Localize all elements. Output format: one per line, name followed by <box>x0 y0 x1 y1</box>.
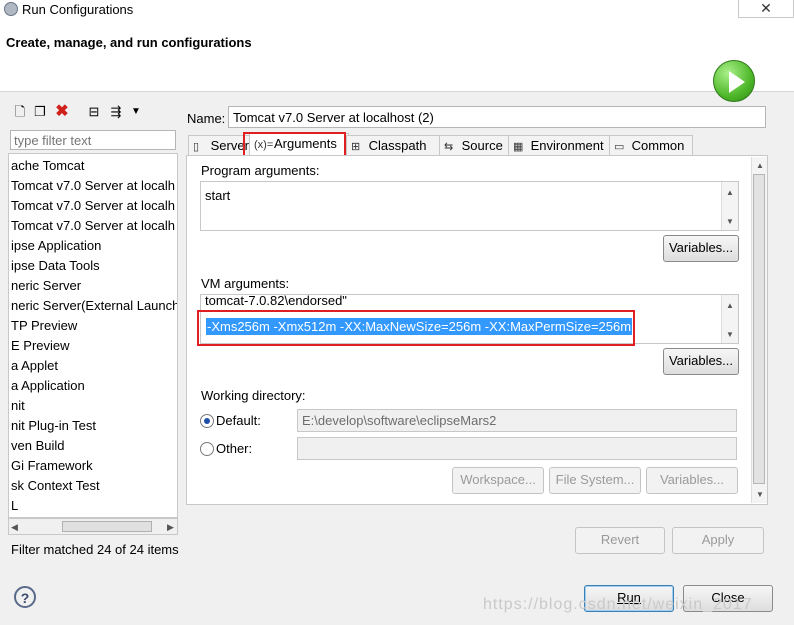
default-directory-field: E:\develop\software\eclipseMars2 <box>297 409 737 432</box>
default-radio[interactable] <box>200 414 214 428</box>
duplicate-config-icon[interactable]: ❐ <box>32 104 48 120</box>
vm-args-scrollbar[interactable]: ▲ ▼ <box>721 295 738 343</box>
program-args-scrollbar[interactable]: ▲ ▼ <box>721 182 738 230</box>
other-radio[interactable] <box>200 442 214 456</box>
file-system-button[interactable]: File System... <box>549 467 641 494</box>
tree-item[interactable]: Tomcat v7.0 Server at localh <box>11 216 175 236</box>
config-tree: ache Tomcat Tomcat v7.0 Server at localh T… <box>8 153 178 518</box>
vm-arguments-line1: tomcat-7.0.82\endorsed" <box>205 294 347 308</box>
tree-item[interactable]: Tomcat v7.0 Server at localh <box>11 176 175 196</box>
other-directory-field[interactable] <box>297 437 737 460</box>
tree-horizontal-scrollbar[interactable]: ◀ ▶ <box>8 518 178 535</box>
scroll-down-icon[interactable]: ▼ <box>726 330 734 339</box>
scroll-up-icon[interactable]: ▲ <box>756 161 764 170</box>
scroll-left-icon[interactable]: ◀ <box>11 522 18 533</box>
program-arguments-label: Program arguments: <box>201 163 320 178</box>
apply-button[interactable]: Apply <box>672 527 764 554</box>
tree-item[interactable]: ache Tomcat <box>11 156 84 176</box>
panel-scroll-thumb[interactable] <box>753 174 765 484</box>
tab-source[interactable]: ⇆ Source <box>439 135 513 157</box>
tree-item[interactable]: a Applet <box>11 356 58 376</box>
scroll-thumb[interactable] <box>62 521 152 532</box>
program-variables-button[interactable]: Variables... <box>663 235 739 262</box>
environment-icon: ▦ <box>513 141 524 153</box>
vm-variables-button[interactable]: Variables... <box>663 348 739 375</box>
tab-environment[interactable]: ▦ Environment <box>508 135 614 157</box>
tree-item[interactable]: ven Build <box>11 436 64 456</box>
tree-item[interactable]: L <box>11 496 18 516</box>
tree-item[interactable]: Gi Framework <box>11 456 93 476</box>
other-label: Other: <box>216 441 253 456</box>
help-icon[interactable]: ? <box>14 586 36 608</box>
tree-item[interactable]: Tomcat v7.0 Server at localh <box>11 196 175 216</box>
eclipse-app-icon <box>4 2 18 16</box>
tree-item[interactable]: nit Plug-in Test <box>11 416 96 436</box>
common-icon: ▭ <box>614 141 625 153</box>
server-icon: ▯ <box>193 141 200 153</box>
watermark: https://blog.csdn.net/weixin_2017 <box>483 596 753 613</box>
tree-item[interactable]: a Application <box>11 376 85 396</box>
tree-item[interactable]: E Preview <box>11 336 70 356</box>
dialog-header: Create, manage, and run configurations <box>0 20 794 102</box>
scroll-right-icon[interactable]: ▶ <box>167 522 174 533</box>
tree-item[interactable]: neric Server <box>11 276 81 296</box>
name-label: Name: <box>187 111 226 126</box>
new-config-icon[interactable]: 🗋 <box>12 104 28 120</box>
revert-button[interactable]: Revert <box>575 527 665 554</box>
title-bar: Run Configurations ✕ <box>0 0 794 20</box>
program-arguments-field[interactable]: start ▲ ▼ <box>200 181 739 231</box>
window-close-button[interactable]: ✕ <box>738 0 794 18</box>
tree-item[interactable]: nit <box>11 396 25 416</box>
vm-arguments-label: VM arguments: <box>201 276 290 291</box>
filter-input[interactable] <box>10 130 176 150</box>
filter-status: Filter matched 24 of 24 items <box>11 542 179 557</box>
name-field[interactable] <box>228 106 766 128</box>
workdir-variables-button[interactable]: Variables... <box>646 467 738 494</box>
workspace-button[interactable]: Workspace... <box>452 467 544 494</box>
default-label: Default: <box>216 413 261 428</box>
filter-icon[interactable]: ⇶ <box>108 104 124 120</box>
run-icon <box>713 60 755 102</box>
tree-item[interactable]: neric Server(External Launch) <box>11 296 177 316</box>
dialog-header-title: Create, manage, and run configurations <box>6 35 252 50</box>
tree-item[interactable]: ipse Application <box>11 236 101 256</box>
working-directory-label: Working directory: <box>201 388 306 403</box>
view-menu-chevron-down-icon[interactable]: ▼ <box>128 104 144 120</box>
collapse-all-icon[interactable]: ⊟ <box>86 104 102 120</box>
scroll-up-icon[interactable]: ▲ <box>726 301 734 310</box>
scroll-up-icon[interactable]: ▲ <box>726 188 734 197</box>
vm-args-highlight-annotation <box>197 310 635 346</box>
tree-item[interactable]: sk Context Test <box>11 476 100 496</box>
delete-config-icon[interactable]: ✖ <box>54 104 70 120</box>
scroll-down-icon[interactable]: ▼ <box>726 217 734 226</box>
tab-classpath[interactable]: ⊞ Classpath <box>346 135 444 157</box>
window-title: Run Configurations <box>22 2 134 17</box>
source-icon: ⇆ <box>444 141 454 153</box>
tab-common[interactable]: ▭ Common <box>609 135 693 157</box>
config-toolbar: 🗋 ❐ ✖ ⊟ ⇶ ▼ <box>8 101 178 125</box>
tree-item[interactable]: TP Preview <box>11 316 77 336</box>
tree-item[interactable]: ipse Data Tools <box>11 256 100 276</box>
scroll-down-icon[interactable]: ▼ <box>756 490 764 499</box>
program-arguments-value: start <box>205 188 231 203</box>
classpath-icon: ⊞ <box>351 141 361 153</box>
